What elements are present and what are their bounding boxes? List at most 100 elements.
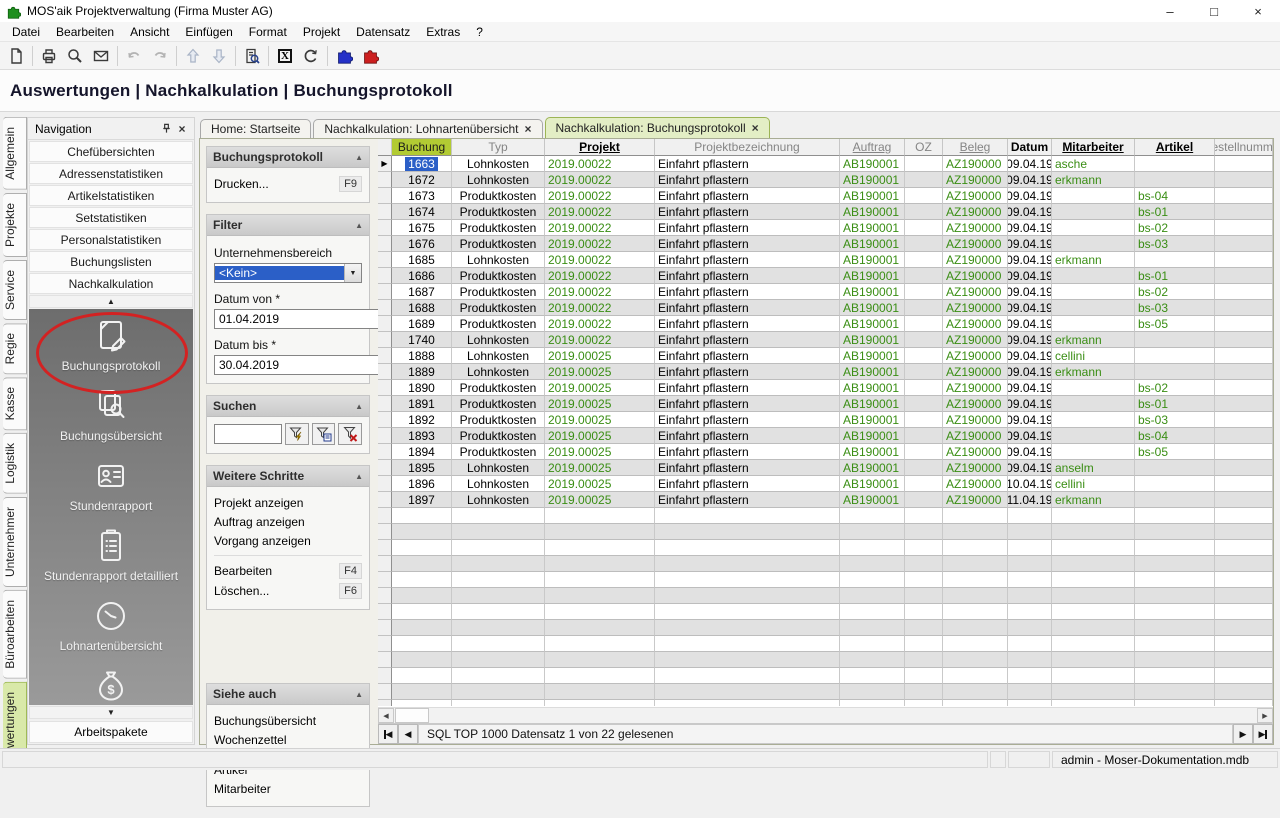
cell-typ[interactable]	[452, 636, 545, 652]
cell-buchung[interactable]	[392, 556, 452, 572]
row-selector[interactable]	[378, 604, 392, 620]
cell-projekt[interactable]	[545, 540, 655, 556]
cell-bestellnummer[interactable]	[1215, 220, 1273, 236]
row-selector[interactable]: ▶	[378, 156, 392, 172]
cell-bestellnummer[interactable]	[1215, 508, 1273, 524]
cell-auftrag[interactable]: AB190001	[840, 396, 905, 412]
cell-beleg[interactable]: AZ190000	[943, 412, 1008, 428]
tab-buchungsprotokoll[interactable]: Nachkalkulation: Buchungsprotokoll ×	[545, 117, 770, 138]
module-tab-regie[interactable]: Regie	[3, 323, 27, 374]
cell-projekt[interactable]	[545, 620, 655, 636]
cell-buchung[interactable]: 1686	[392, 268, 452, 284]
row-selector[interactable]	[378, 220, 392, 236]
cell-typ[interactable]: Produktkosten	[452, 300, 545, 316]
plugin-red-icon[interactable]	[357, 44, 383, 68]
row-selector[interactable]	[378, 268, 392, 284]
row-selector[interactable]	[378, 636, 392, 652]
cell-bestellnummer[interactable]	[1215, 604, 1273, 620]
row-selector[interactable]	[378, 492, 392, 508]
section-header[interactable]: Suchen ▲	[207, 396, 369, 417]
cell-projektbezeichnung[interactable]	[655, 556, 840, 572]
module-tab-service[interactable]: Service	[3, 260, 27, 320]
cell-mitarbeiter[interactable]	[1052, 444, 1135, 460]
cell-datum[interactable]: 09.04.19	[1008, 364, 1052, 380]
cell-artikel[interactable]	[1135, 556, 1215, 572]
table-row[interactable]	[378, 572, 1273, 588]
menu-ansicht[interactable]: Ansicht	[122, 23, 177, 41]
menu-extras[interactable]: Extras	[418, 23, 468, 41]
cell-buchung[interactable]	[392, 540, 452, 556]
cell-mitarbeiter[interactable]: erkmann	[1052, 364, 1135, 380]
cell-buchung[interactable]: 1672	[392, 172, 452, 188]
cell-buchung[interactable]	[392, 652, 452, 668]
cell-buchung[interactable]: 1888	[392, 348, 452, 364]
cell-projekt[interactable]: 2019.00022	[545, 172, 655, 188]
cell-auftrag[interactable]: AB190001	[840, 332, 905, 348]
cell-artikel[interactable]	[1135, 636, 1215, 652]
shortcut-buchungsuebersicht[interactable]: Buchungsübersicht	[29, 386, 193, 456]
cell-typ[interactable]: Produktkosten	[452, 380, 545, 396]
module-tab-auswertungen[interactable]: Auswertungen	[3, 682, 27, 748]
tab-lohnartenuebersicht[interactable]: Nachkalkulation: Lohnartenübersicht ×	[313, 119, 542, 138]
cell-oz[interactable]	[905, 428, 943, 444]
cell-oz[interactable]	[905, 492, 943, 508]
shortcut-lohnartenuebersicht[interactable]: Lohnartenübersicht	[29, 596, 193, 666]
cell-datum[interactable]: 09.04.19	[1008, 444, 1052, 460]
cell-projekt[interactable]: 2019.00025	[545, 492, 655, 508]
cell-typ[interactable]	[452, 684, 545, 700]
cell-projektbezeichnung[interactable]: Einfahrt pflastern	[655, 412, 840, 428]
link-buchungsuebersicht[interactable]: Buchungsübersicht	[214, 711, 362, 730]
search-input[interactable]	[214, 424, 282, 444]
cell-artikel[interactable]: bs-04	[1135, 188, 1215, 204]
column-header-typ[interactable]: Typ	[452, 139, 545, 156]
cell-mitarbeiter[interactable]: cellini	[1052, 476, 1135, 492]
cell-mitarbeiter[interactable]	[1052, 684, 1135, 700]
table-row[interactable]	[378, 668, 1273, 684]
cell-auftrag[interactable]	[840, 620, 905, 636]
cell-projekt[interactable]: 2019.00025	[545, 364, 655, 380]
shortcut-buchungsprotokoll[interactable]: Buchungsprotokoll	[29, 316, 193, 386]
cell-typ[interactable]: Produktkosten	[452, 412, 545, 428]
cell-mitarbeiter[interactable]	[1052, 236, 1135, 252]
cell-mitarbeiter[interactable]: anselm	[1052, 460, 1135, 476]
cell-bestellnummer[interactable]	[1215, 396, 1273, 412]
cell-mitarbeiter[interactable]	[1052, 284, 1135, 300]
row-selector[interactable]	[378, 380, 392, 396]
cell-mitarbeiter[interactable]	[1052, 556, 1135, 572]
cell-artikel[interactable]	[1135, 668, 1215, 684]
cell-beleg[interactable]: AZ190000	[943, 204, 1008, 220]
module-tab-logistik[interactable]: Logistik	[3, 433, 27, 494]
cell-buchung[interactable]: 1892	[392, 412, 452, 428]
cell-typ[interactable]	[452, 540, 545, 556]
cell-auftrag[interactable]: AB190001	[840, 204, 905, 220]
cell-auftrag[interactable]: AB190001	[840, 252, 905, 268]
cell-oz[interactable]	[905, 236, 943, 252]
cell-projekt[interactable]: 2019.00022	[545, 284, 655, 300]
module-tab-projekte[interactable]: Projekte	[3, 193, 27, 257]
cell-oz[interactable]	[905, 316, 943, 332]
row-selector[interactable]	[378, 508, 392, 524]
table-row[interactable]: 1685Lohnkosten2019.00022Einfahrt pflaste…	[378, 252, 1273, 268]
cell-projektbezeichnung[interactable]: Einfahrt pflastern	[655, 396, 840, 412]
cell-auftrag[interactable]: AB190001	[840, 188, 905, 204]
cell-bestellnummer[interactable]	[1215, 156, 1273, 172]
cell-projekt[interactable]: 2019.00025	[545, 380, 655, 396]
module-tab-kasse[interactable]: Kasse	[3, 377, 27, 430]
cell-projekt[interactable]	[545, 684, 655, 700]
cell-buchung[interactable]	[392, 684, 452, 700]
cell-datum[interactable]	[1008, 620, 1052, 636]
table-row[interactable]	[378, 524, 1273, 540]
cell-auftrag[interactable]	[840, 540, 905, 556]
cell-mitarbeiter[interactable]: erkmann	[1052, 252, 1135, 268]
table-row[interactable]: 1891Produktkosten2019.00025Einfahrt pfla…	[378, 396, 1273, 412]
cell-projektbezeichnung[interactable]: Einfahrt pflastern	[655, 204, 840, 220]
cell-oz[interactable]	[905, 444, 943, 460]
cell-projektbezeichnung[interactable]	[655, 700, 840, 706]
cell-artikel[interactable]: bs-02	[1135, 220, 1215, 236]
column-header-projekt[interactable]: Projekt	[545, 139, 655, 156]
cell-mitarbeiter[interactable]	[1052, 668, 1135, 684]
cell-bestellnummer[interactable]	[1215, 684, 1273, 700]
cell-buchung[interactable]	[392, 700, 452, 706]
tab-home-startseite[interactable]: Home: Startseite	[200, 119, 311, 138]
shortcut-monatsauswertung[interactable]: $ Monatsauswertung	[29, 666, 193, 705]
